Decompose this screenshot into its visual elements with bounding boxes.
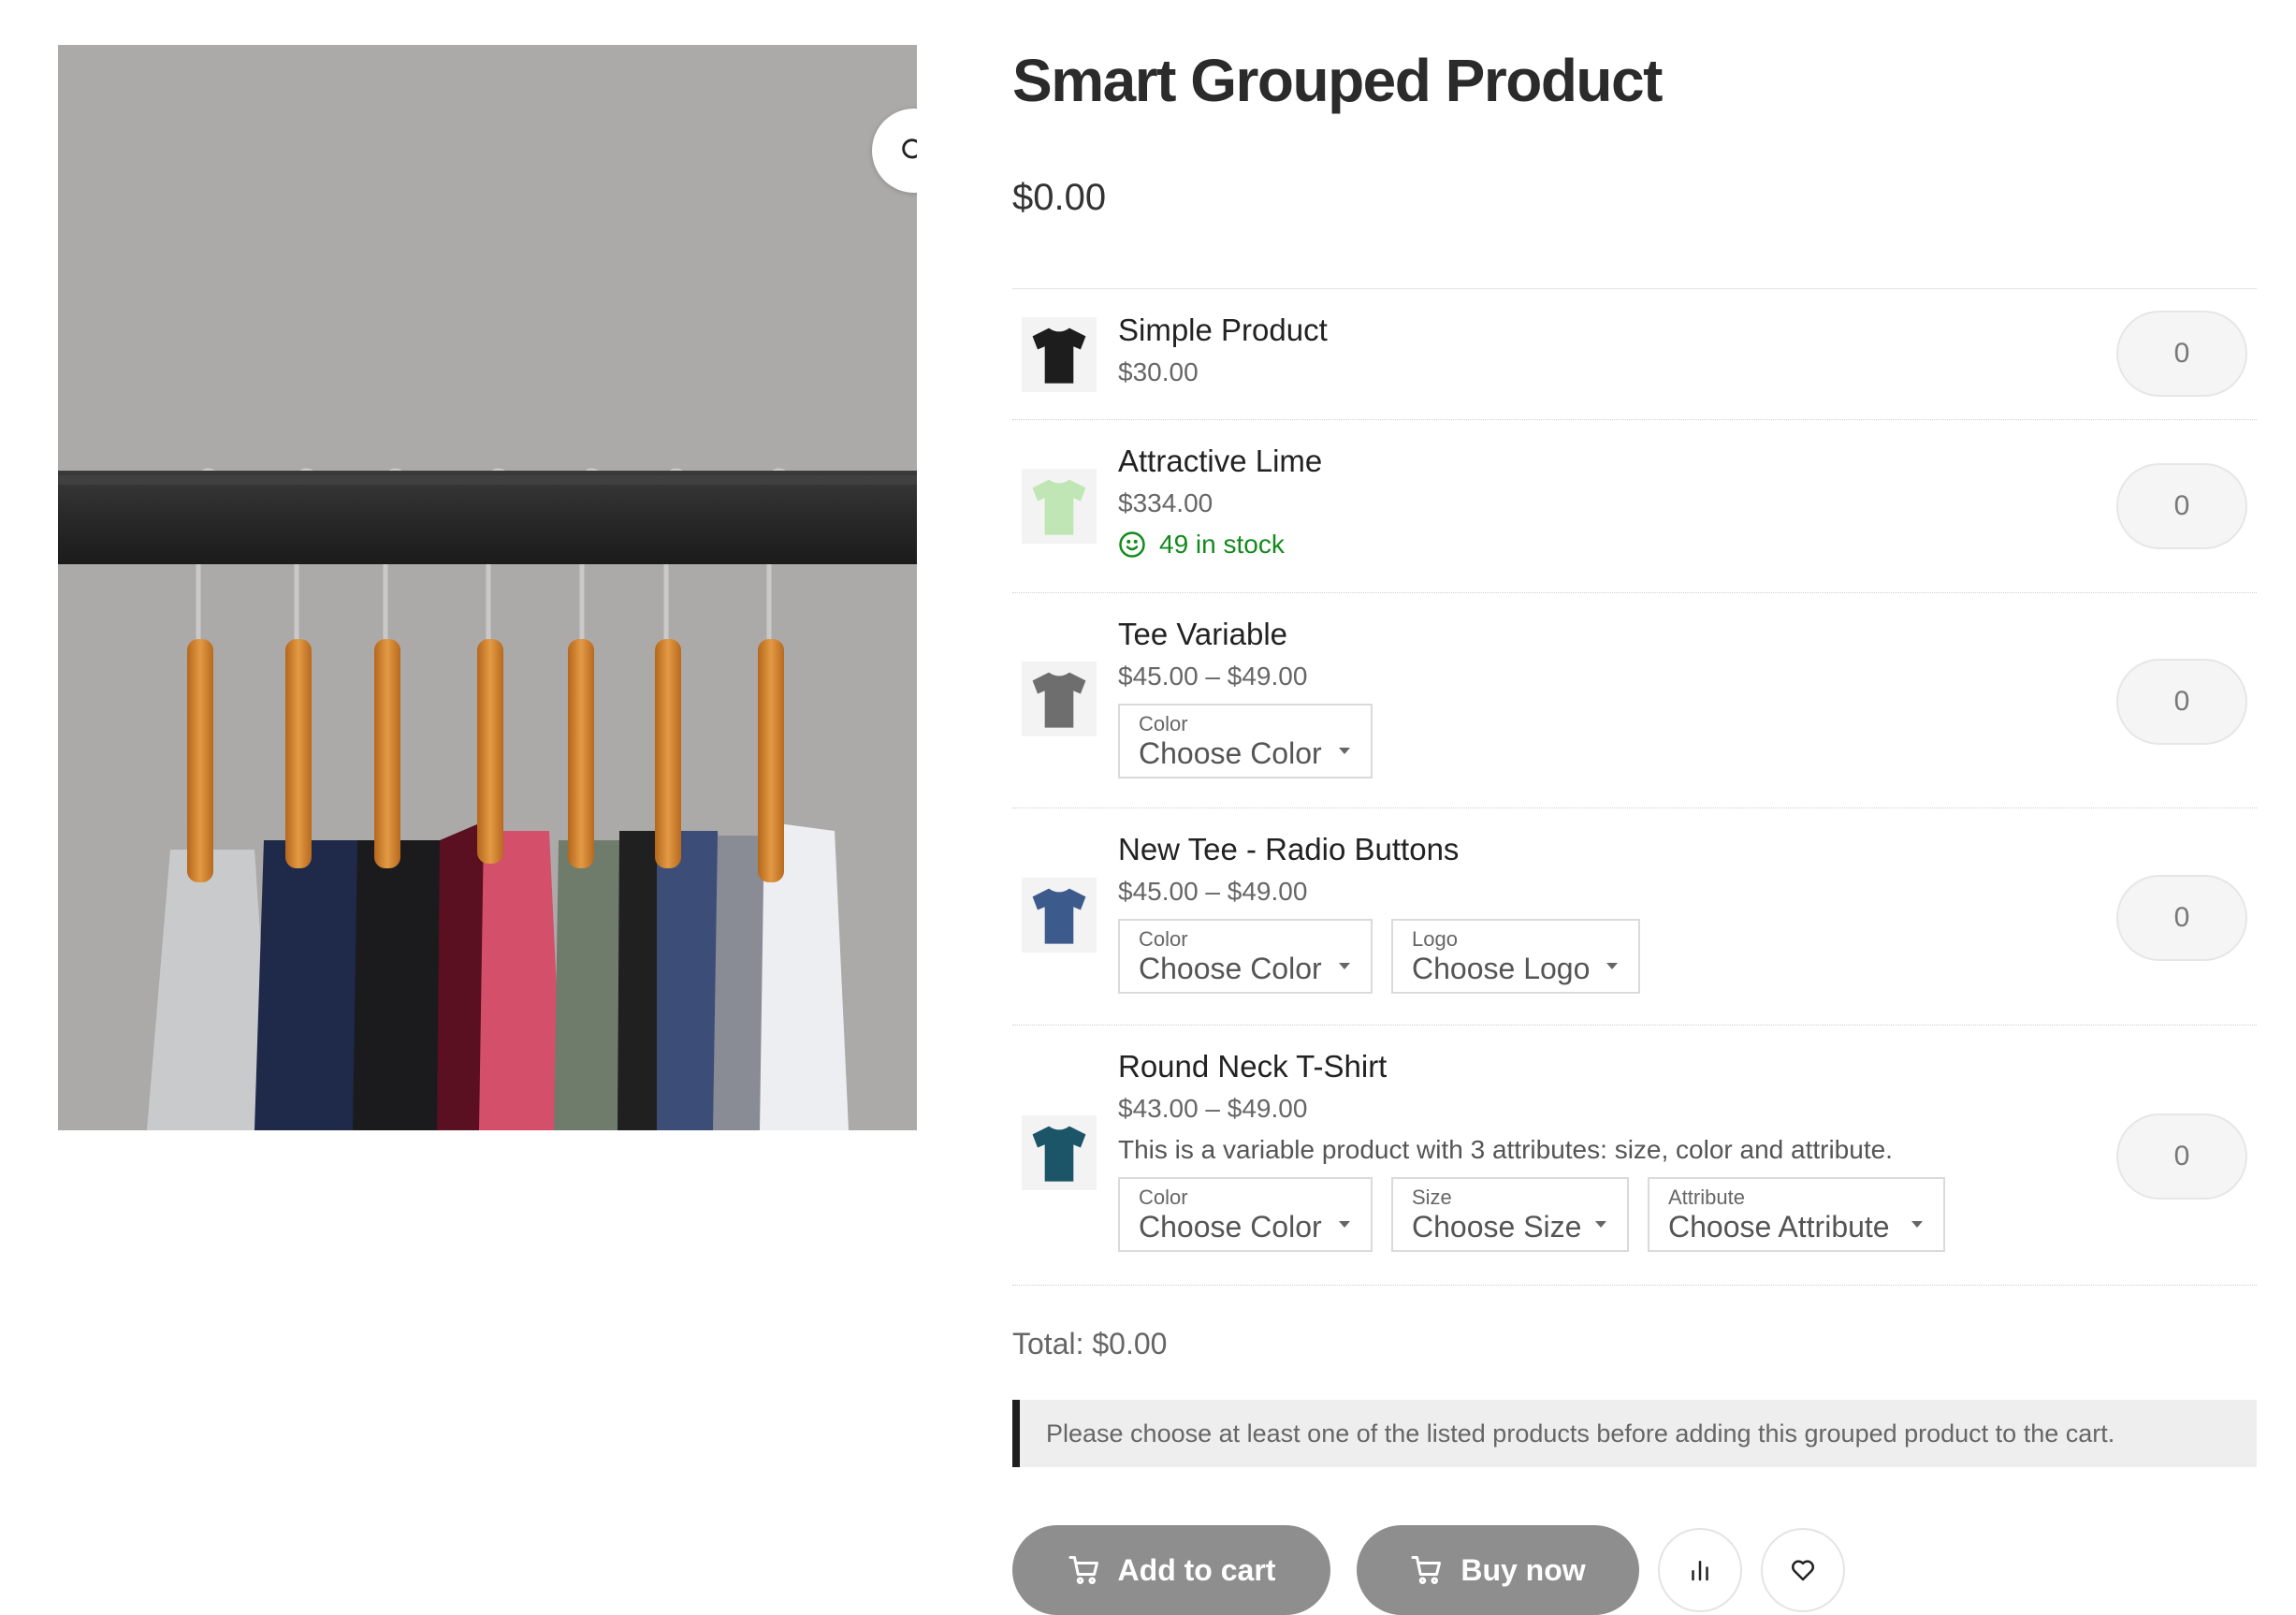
item-info: Tee Variable $45.00 – $49.00 Color Choos… [1118,616,1373,778]
tshirt-body [1032,672,1086,728]
grouped-product-list: Simple Product $30.00 Attractive Lime $3… [1012,288,2257,1286]
add-to-cart-button[interactable]: Add to cart [1012,1525,1330,1615]
attribute-select[interactable]: Attribute Choose Attribute [1648,1177,1945,1252]
select-label: Attribute [1668,1186,1745,1209]
list-item: Round Neck T-Shirt $43.00 – $49.00 This … [1012,1026,2257,1286]
compare-button[interactable] [1658,1528,1742,1612]
tshirt-body [1032,1126,1086,1182]
tshirt-body [1032,327,1086,384]
color-select[interactable]: Color Choose Color [1118,704,1373,778]
item-info: Simple Product $30.00 [1118,312,1328,388]
item-info: Round Neck T-Shirt $43.00 – $49.00 This … [1118,1048,1945,1252]
item-name[interactable]: Round Neck T-Shirt [1118,1048,1945,1085]
info-notice: Please choose at least one of the listed… [1012,1400,2257,1467]
variation-selects: Color Choose Color Size Choose Size Attr… [1118,1177,1945,1252]
select-value: Choose Size [1412,1210,1582,1244]
stock-text: 49 in stock [1159,530,1285,559]
cart-icon [1068,1556,1098,1584]
variation-selects: Color Choose Color Logo Choose Logo [1118,919,1640,994]
select-label: Color [1139,927,1188,951]
select-value: Choose Color [1139,1210,1322,1244]
color-select[interactable]: Color Choose Color [1118,1177,1373,1252]
quantity-input[interactable] [2116,875,2247,961]
tshirt-icon [1032,479,1086,535]
product-price: $0.00 [1012,177,1107,218]
quantity-input[interactable] [2116,311,2247,397]
smile-icon [1119,531,1145,558]
select-value: Choose Color [1139,952,1322,985]
tshirt-body [1032,888,1086,944]
item-info: Attractive Lime $334.00 49 in stock [1118,443,1322,560]
cart-actions: Add to cart Buy now [1012,1525,2257,1615]
product-thumbnail[interactable] [1022,317,1097,392]
tshirt-icon [1032,888,1086,944]
wishlist-button[interactable] [1761,1528,1845,1612]
tshirt-icon [1032,327,1086,384]
select-value: Choose Attribute [1668,1210,1890,1244]
color-select[interactable]: Color Choose Color [1118,919,1373,994]
product-thumbnail[interactable] [1022,1115,1097,1190]
logo-select[interactable]: Logo Choose Logo [1391,919,1640,994]
grouped-total: Total: $0.00 [1012,1327,1168,1360]
item-price: $45.00 – $49.00 [1118,877,1308,906]
caret-down-icon [1911,1221,1923,1228]
search-icon [902,138,917,159]
size-select[interactable]: Size Choose Size [1391,1177,1629,1252]
item-info: New Tee - Radio Buttons $45.00 – $49.00 … [1118,831,1640,994]
product-thumbnail[interactable] [1022,469,1097,544]
caret-down-icon [1595,1221,1606,1228]
caret-down-icon [1606,963,1618,969]
list-item: Tee Variable $45.00 – $49.00 Color Choos… [1012,593,2257,808]
product-title: Smart Grouped Product [1012,47,1663,114]
buy-now-label: Buy now [1460,1552,1586,1587]
product-image [58,45,917,1130]
product-thumbnail[interactable] [1022,662,1097,736]
item-price: $45.00 – $49.00 [1118,662,1308,691]
tshirt-body [1032,479,1086,535]
select-label: Color [1139,1186,1188,1209]
item-price: $30.00 [1118,357,1199,386]
select-label: Color [1139,712,1188,735]
item-name[interactable]: New Tee - Radio Buttons [1118,831,1640,868]
product-summary: Smart Grouped Product $0.00 Simple Produ… [1012,37,2257,1615]
list-item: Attractive Lime $334.00 49 in stock [1012,420,2257,593]
select-label: Size [1412,1186,1452,1209]
add-to-cart-label: Add to cart [1117,1552,1276,1587]
item-name[interactable]: Simple Product [1118,312,1328,349]
select-value: Choose Logo [1412,952,1591,985]
quantity-input[interactable] [2116,659,2247,745]
select-value: Choose Color [1139,736,1322,770]
select-label: Logo [1412,927,1458,951]
variation-selects: Color Choose Color [1118,704,1373,778]
item-name[interactable]: Attractive Lime [1118,443,1322,480]
heart-icon [1791,1560,1815,1581]
product-gallery [58,45,917,1130]
tshirt-icon [1032,1126,1086,1182]
list-item: Simple Product $30.00 [1012,289,2257,420]
item-price: $43.00 – $49.00 [1118,1094,1308,1123]
item-name[interactable]: Tee Variable [1118,616,1373,653]
quantity-input[interactable] [2116,1113,2247,1200]
caret-down-icon [1339,748,1350,754]
quantity-input[interactable] [2116,463,2247,549]
caret-down-icon [1339,1221,1350,1228]
cart-icon [1411,1556,1442,1584]
stock-status: 49 in stock [1118,529,1322,560]
buy-now-button[interactable]: Buy now [1357,1525,1639,1615]
list-item: New Tee - Radio Buttons $45.00 – $49.00 … [1012,808,2257,1026]
bar-chart-icon [1692,1561,1708,1581]
product-thumbnail[interactable] [1022,878,1097,953]
item-description: This is a variable product with 3 attrib… [1118,1135,1893,1164]
tshirt-icon [1032,672,1086,728]
caret-down-icon [1339,963,1350,969]
item-price: $334.00 [1118,488,1213,517]
